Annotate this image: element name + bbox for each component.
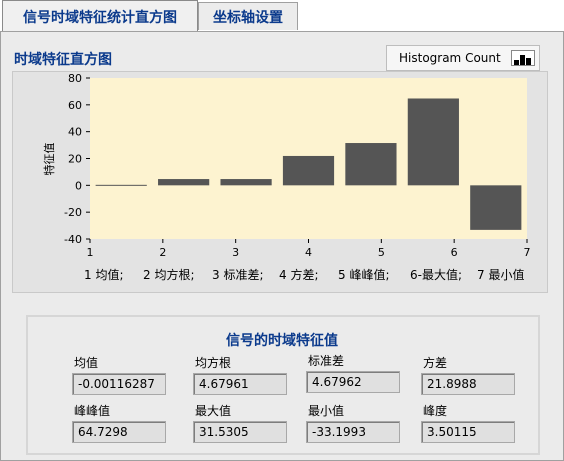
peak-to-peak-field[interactable]: 64.7298 bbox=[72, 421, 166, 443]
x-tick-label: 5 bbox=[378, 246, 385, 259]
std-field[interactable]: 4.67962 bbox=[306, 371, 400, 393]
x-tick-label: 3 bbox=[232, 246, 239, 259]
category-label: 1 均值; bbox=[84, 268, 124, 282]
x-tick-label: 4 bbox=[305, 246, 312, 259]
variance-field[interactable]: 21.8988 bbox=[421, 373, 515, 395]
histogram-bar bbox=[220, 179, 272, 186]
histogram-bar bbox=[407, 98, 459, 186]
min-field[interactable]: -33.1993 bbox=[306, 421, 400, 443]
x-tick-label: 1 bbox=[87, 246, 94, 259]
category-label: 6-最大值; bbox=[410, 268, 463, 282]
y-tick-label: 80 bbox=[68, 72, 82, 85]
category-label: 7 最小值 bbox=[477, 268, 525, 282]
label-std: 标准差 bbox=[308, 354, 345, 368]
category-label: 5 峰峰值; bbox=[338, 268, 390, 282]
kurtosis-field[interactable]: 3.50115 bbox=[421, 421, 515, 443]
x-tick-label: 6 bbox=[451, 246, 458, 259]
label-mean: 均值 bbox=[74, 356, 99, 370]
label-variance: 方差 bbox=[423, 356, 448, 370]
x-tick-label: 2 bbox=[159, 246, 166, 259]
mean-field[interactable]: -0.00116287 bbox=[72, 373, 166, 395]
rms-field[interactable]: 4.67961 bbox=[193, 373, 287, 395]
label-kurtosis: 峰度 bbox=[423, 404, 448, 418]
stats-title: 信号的时域特征值 bbox=[226, 333, 338, 349]
histogram-bar bbox=[345, 143, 397, 186]
label-min: 最小值 bbox=[308, 404, 345, 418]
label-peak-to-peak: 峰峰值 bbox=[74, 404, 111, 418]
histogram-bar bbox=[158, 179, 210, 186]
y-tick-label: -20 bbox=[64, 206, 82, 219]
histogram-bar bbox=[95, 184, 147, 186]
y-tick-label: 40 bbox=[68, 126, 82, 139]
y-axis-label: 特征值 bbox=[42, 143, 56, 176]
y-tick-label: -40 bbox=[64, 233, 82, 246]
label-rms: 均方根 bbox=[195, 356, 232, 370]
x-tick-label: 7 bbox=[524, 246, 531, 259]
y-tick-label: 60 bbox=[68, 99, 82, 112]
label-max: 最大值 bbox=[195, 404, 232, 418]
y-tick-label: 20 bbox=[68, 153, 82, 166]
histogram-bar bbox=[470, 185, 522, 230]
histogram-chart: 特征值 -40 -20 0 20 40 60 80 1 2 3 4 5 6 7 bbox=[42, 72, 531, 259]
max-field[interactable]: 31.5305 bbox=[193, 421, 287, 443]
y-tick-label: 0 bbox=[75, 179, 82, 192]
category-label: 2 均方根; bbox=[143, 268, 195, 282]
category-label: 4 方差; bbox=[279, 268, 319, 282]
category-label: 3 标准差; bbox=[212, 268, 264, 282]
histogram-bar bbox=[282, 155, 335, 186]
